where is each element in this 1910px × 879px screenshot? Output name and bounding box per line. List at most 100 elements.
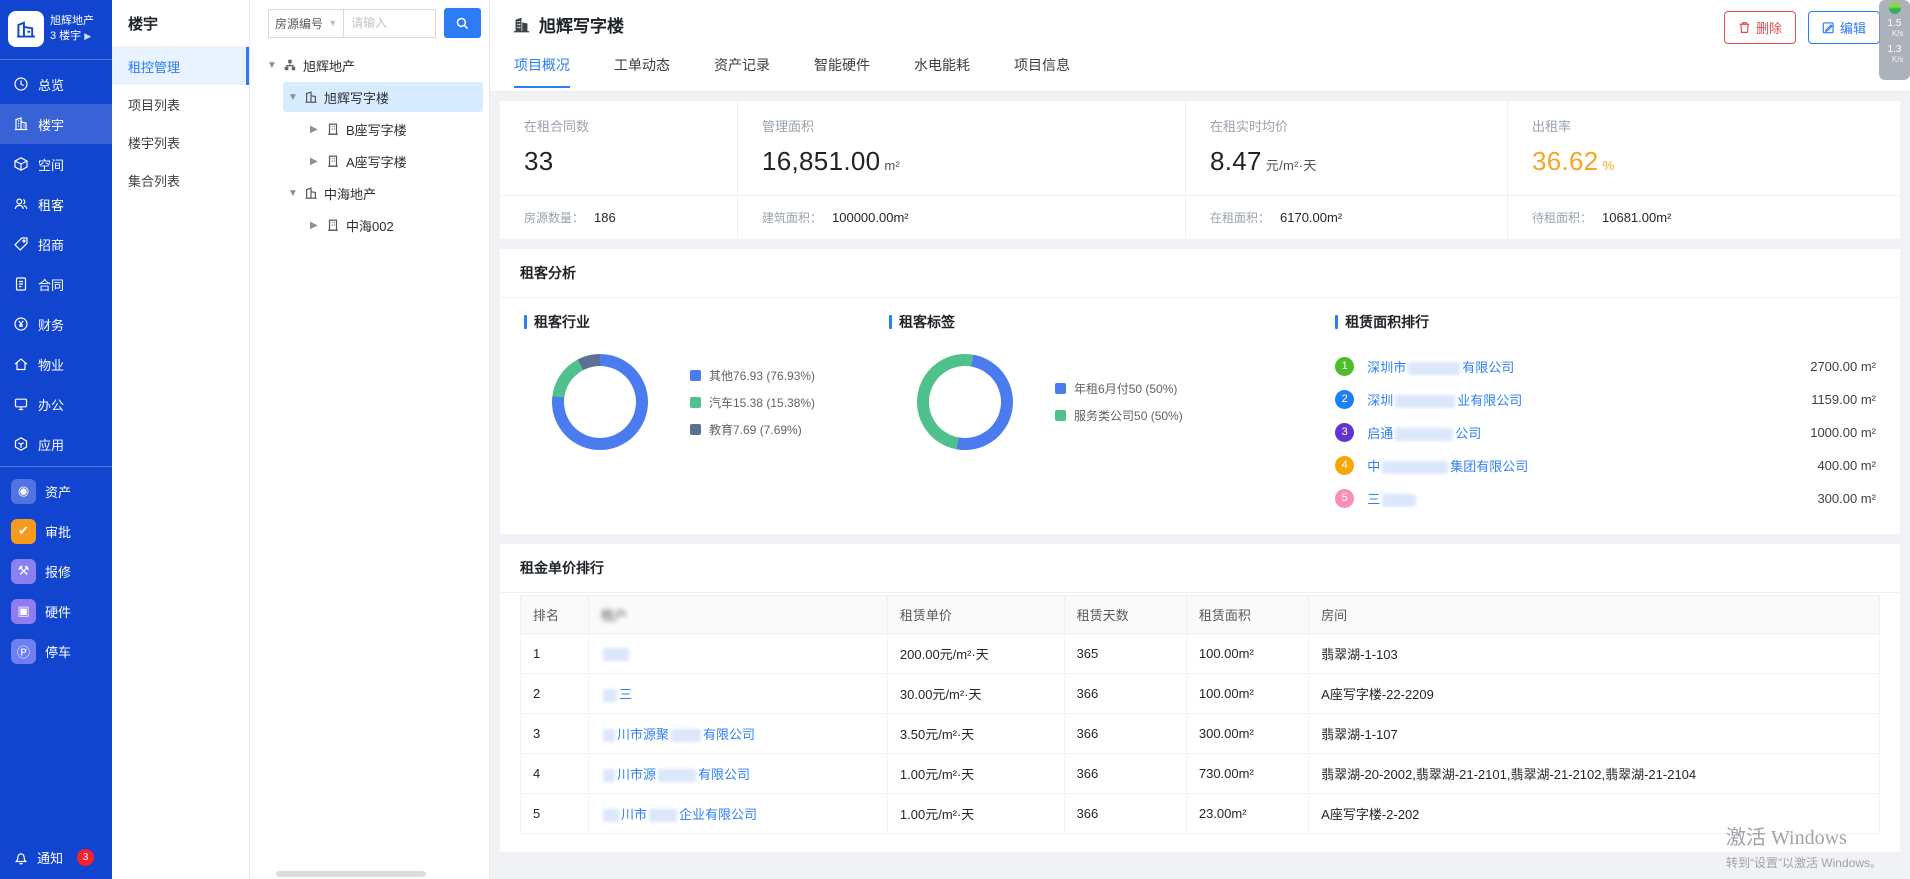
tags-donut-chart	[917, 354, 1013, 450]
tenant-link[interactable]: 三	[601, 687, 632, 702]
table-row: 1 200.00元/m²·天 365 100.00m² 翡翠湖-1-103	[521, 634, 1880, 674]
tab-utilities[interactable]: 水电能耗	[914, 55, 970, 88]
sidebar-item-property[interactable]: 物业	[0, 344, 112, 384]
tab-asset-records[interactable]: 资产记录	[714, 55, 770, 88]
search-input[interactable]	[344, 9, 436, 38]
caret-down-icon[interactable]: ▼	[288, 92, 302, 103]
edit-button[interactable]: 编辑	[1808, 11, 1880, 44]
sidebar-item-notifications[interactable]: 通知 3	[0, 848, 112, 867]
table-row: 4 川市源有限公司 1.00元/m²·天 366 730.00m² 翡翠湖-20…	[521, 754, 1880, 794]
rank-cell: 3	[521, 714, 589, 754]
tenant-link[interactable]: 川市源聚有限公司	[601, 727, 755, 742]
sidebar-item-parking[interactable]: Ⓟ 停车	[0, 631, 112, 671]
tenant-link[interactable]: 川市源有限公司	[601, 767, 750, 782]
tree-node-zhonghai-group[interactable]: ▼ 中海地产	[283, 178, 483, 208]
stat-value: 33	[524, 146, 554, 176]
tenant-analysis-card: 租客分析 租客行业 其他76.93 (76.93%) 汽车15.38 (15.3…	[500, 249, 1900, 534]
tenant-link[interactable]: 中集团有限公司	[1367, 456, 1807, 475]
tab-work-orders[interactable]: 工单动态	[614, 55, 670, 88]
days-cell: 366	[1064, 754, 1186, 794]
legend-item[interactable]: 年租6月付50 (50%)	[1055, 380, 1183, 397]
caret-right-icon[interactable]: ▶	[310, 124, 324, 135]
sidebar-item-leasing[interactable]: 招商	[0, 224, 112, 264]
contract-doc-icon	[13, 276, 29, 292]
section-accent-bar	[889, 315, 892, 329]
header-lease-area: 租赁面积	[1186, 596, 1308, 634]
windows-activation-watermark: 激活 Windows 转到“设置”以激活 Windows。	[1726, 821, 1882, 871]
submenu-item-building-list[interactable]: 楼宇列表	[112, 123, 249, 161]
search-field-select[interactable]: 房源编号 ▼	[268, 9, 344, 38]
submenu-item-project-list[interactable]: 项目列表	[112, 85, 249, 123]
tenant-cell: 川市源聚有限公司	[588, 714, 887, 754]
watermark-line1: 激活 Windows	[1726, 821, 1882, 850]
org-switcher[interactable]: 旭辉地产 3 楼宇 ▶	[0, 0, 112, 57]
building-title-icon	[512, 15, 531, 34]
project-header: 旭辉写字楼 删除 编辑 项目概况 工单动态 资产记录 智能硬件 水电能耗 项目信…	[490, 0, 1910, 92]
sidebar-item-space[interactable]: 空间	[0, 144, 112, 184]
tenant-link[interactable]: 川市企业有限公司	[601, 807, 757, 822]
sidebar-item-finance[interactable]: 财务	[0, 304, 112, 344]
caret-right-icon[interactable]: ▶	[310, 220, 324, 231]
download-speed-unit: ↓ K/s	[1886, 55, 1904, 64]
stats-card: 在租合同数 33 管理面积 16,851.00m² 在租实时均价 8.47元/m…	[500, 101, 1900, 239]
sidebar-item-approvals[interactable]: ✔ 审批	[0, 511, 112, 551]
sidebar-item-buildings[interactable]: 楼宇	[0, 104, 112, 144]
delete-button[interactable]: 删除	[1724, 11, 1796, 44]
legend-item[interactable]: 汽车15.38 (15.38%)	[690, 394, 815, 411]
network-speed-widget[interactable]: 1.5 ↑ K/s 1.3 ↓ K/s	[1879, 0, 1910, 80]
redacted-text	[603, 689, 617, 702]
tab-project-overview[interactable]: 项目概况	[514, 55, 570, 88]
sidebar-item-hardware[interactable]: ▣ 硬件	[0, 591, 112, 631]
sidebar-item-repairs[interactable]: ⚒ 报修	[0, 551, 112, 591]
sidebar-item-contracts[interactable]: 合同	[0, 264, 112, 304]
section-accent-bar	[524, 315, 527, 329]
legend-item[interactable]: 教育7.69 (7.69%)	[690, 421, 815, 438]
price-cell: 3.50元/m²·天	[887, 714, 1064, 754]
tree-node-zhonghai-002[interactable]: ▶ 中海002	[305, 210, 483, 240]
sidebar-item-label: 总览	[38, 75, 64, 94]
hardware-device-icon: ▣	[11, 599, 36, 624]
legend-swatch	[690, 370, 701, 381]
org-expand-icon[interactable]: ▶	[84, 29, 91, 44]
sidebar-item-office[interactable]: 办公	[0, 384, 112, 424]
tenant-link[interactable]: 启通公司	[1367, 423, 1800, 442]
tree-node-tower-b[interactable]: ▶ B座写字楼	[305, 114, 483, 144]
caret-down-icon[interactable]: ▼	[267, 60, 281, 71]
submenu-item-rent-control[interactable]: 租控管理	[112, 47, 249, 85]
area-cell: 23.00m²	[1186, 794, 1308, 834]
area-cell: 100.00m²	[1186, 674, 1308, 714]
tree-node-xuhui-office[interactable]: ▼ 旭辉写字楼	[283, 82, 483, 112]
approval-check-icon: ✔	[11, 519, 36, 544]
sidebar-item-label: 通知	[37, 848, 63, 867]
ranking-row: 5 三 300.00 m²	[1335, 486, 1876, 510]
sidebar-item-tenants[interactable]: 租客	[0, 184, 112, 224]
status-dot-icon	[1889, 2, 1901, 14]
search-icon	[455, 16, 470, 31]
sidebar-item-apps[interactable]: 应用	[0, 424, 112, 464]
price-cell: 200.00元/m²·天	[887, 634, 1064, 674]
tenant-link[interactable]: 三	[1367, 489, 1807, 508]
legend-label: 服务类公司50 (50%)	[1074, 407, 1183, 424]
price-cell: 30.00元/m²·天	[887, 674, 1064, 714]
submenu-item-collection-list[interactable]: 集合列表	[112, 161, 249, 199]
tree-node-xuhui-group[interactable]: ▼ 旭辉地产	[262, 50, 483, 80]
leased-area-value: 400.00 m²	[1817, 458, 1876, 473]
sidebar-item-assets[interactable]: ◉ 资产	[0, 471, 112, 511]
caret-right-icon[interactable]: ▶	[310, 156, 324, 167]
arrow-up-icon: ↑	[1886, 29, 1890, 38]
sidebar-item-overview[interactable]: 总览	[0, 64, 112, 104]
tab-smart-hardware[interactable]: 智能硬件	[814, 55, 870, 88]
redacted-text	[1408, 362, 1460, 375]
tenant-link[interactable]: 深圳业有限公司	[1367, 390, 1801, 409]
legend-item[interactable]: 服务类公司50 (50%)	[1055, 407, 1183, 424]
search-button[interactable]	[444, 8, 481, 38]
tenant-link[interactable]	[601, 646, 631, 661]
horizontal-scrollbar[interactable]	[276, 871, 426, 877]
tree-node-tower-a[interactable]: ▶ A座写字楼	[305, 146, 483, 176]
caret-down-icon[interactable]: ▼	[288, 188, 302, 199]
legend-item[interactable]: 其他76.93 (76.93%)	[690, 367, 815, 384]
tab-project-info[interactable]: 项目信息	[1014, 55, 1070, 88]
sidebar-item-label: 物业	[38, 355, 64, 374]
header-rank: 排名	[521, 596, 589, 634]
tenant-link[interactable]: 深圳市有限公司	[1367, 357, 1800, 376]
